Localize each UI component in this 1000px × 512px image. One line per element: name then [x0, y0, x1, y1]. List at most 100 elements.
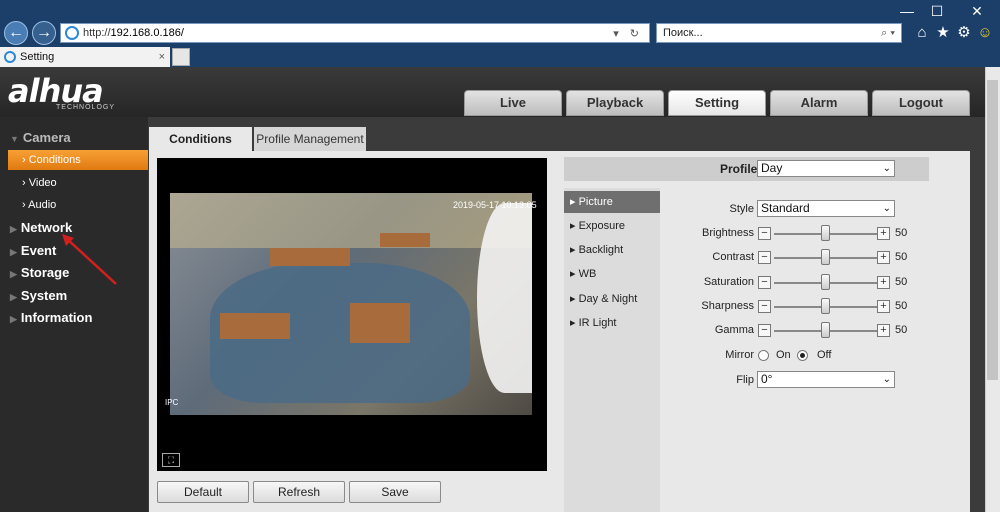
caret-right-icon: ▶ [10, 292, 17, 302]
tab-close-icon[interactable]: × [159, 51, 165, 63]
contrast-slider-thumb[interactable] [821, 249, 830, 265]
sidebar-item-label: Information [20, 310, 93, 325]
menu-item-ir-light[interactable]: ▸ IR Light [564, 312, 660, 334]
style-label: Style [729, 203, 754, 215]
red-arrow-annotation [62, 234, 117, 285]
sidebar-item-video[interactable]: › Video [8, 173, 148, 193]
logo-subtitle: TECHNOLOGY [56, 104, 116, 111]
menu-item-backlight[interactable]: ▸ Backlight [564, 239, 660, 261]
mirror-off-label: Off [817, 349, 832, 361]
contrast-label: Contrast [712, 251, 754, 263]
menu-item-day-night[interactable]: ▸ Day & Night [564, 288, 660, 310]
subtab-conditions[interactable]: Conditions [149, 127, 252, 151]
menu-item-label: Exposure [578, 220, 626, 232]
brightness-slider-thumb[interactable] [821, 225, 830, 241]
caret-down-icon: ▼ [10, 134, 19, 144]
style-select[interactable]: Standard ⌄ [757, 200, 895, 217]
caret-right-icon: ▶ [10, 247, 17, 257]
profile-select[interactable]: Day ⌄ [757, 160, 895, 177]
sharpness-value: 50 [895, 300, 908, 312]
contrast-decrease-button[interactable]: − [758, 251, 771, 264]
subtab-profile-management[interactable]: Profile Management [254, 127, 366, 151]
mirror-on-radio[interactable] [758, 350, 769, 361]
sidebar-item-conditions[interactable]: › Conditions [8, 150, 148, 170]
new-tab-button[interactable] [172, 48, 190, 66]
camera-image [170, 193, 532, 415]
favorites-star-icon[interactable]: ★ [934, 24, 952, 42]
gamma-value: 50 [895, 324, 908, 336]
refresh-button[interactable]: Refresh [253, 481, 345, 503]
mirror-on-label: On [776, 349, 791, 361]
address-tools[interactable]: ▾ ↻ [613, 27, 649, 40]
home-icon[interactable]: ⌂ [913, 24, 931, 42]
flip-label: Flip [736, 374, 754, 386]
gamma-label: Gamma [714, 324, 754, 336]
search-icon[interactable]: ⌕ ▾ [881, 27, 901, 40]
flip-select[interactable]: 0° ⌄ [757, 371, 895, 388]
search-input[interactable]: Поиск... ⌕ ▾ [656, 23, 902, 43]
brightness-label: Brightness [702, 227, 754, 239]
tab-live[interactable]: Live [464, 90, 562, 116]
menu-item-exposure[interactable]: ▸ Exposure [564, 215, 660, 237]
close-window-button[interactable]: ✕ [962, 2, 992, 20]
tab-alarm[interactable]: Alarm [770, 90, 868, 116]
ie-tab-icon [4, 51, 16, 63]
sidebar-item-information[interactable]: ▶ Information [0, 307, 148, 329]
menu-item-picture[interactable]: ▸ Picture [564, 191, 660, 213]
tab-setting[interactable]: Setting [668, 90, 766, 116]
brightness-increase-button[interactable]: + [877, 227, 890, 240]
sidebar-item-system[interactable]: ▶ System [0, 285, 148, 307]
brightness-value: 50 [895, 227, 908, 239]
saturation-slider-thumb[interactable] [821, 274, 830, 290]
contrast-value: 50 [895, 251, 908, 263]
saturation-label: Saturation [703, 276, 754, 288]
menu-item-label: Picture [578, 196, 613, 208]
search-placeholder: Поиск... [663, 27, 703, 39]
minimize-button[interactable]: — [892, 2, 922, 20]
brightness-decrease-button[interactable]: − [758, 227, 771, 240]
gamma-decrease-button[interactable]: − [758, 324, 771, 337]
address-bar[interactable]: http://192.168.0.186/ ▾ ↻ [60, 23, 650, 43]
gamma-increase-button[interactable]: + [877, 324, 890, 337]
default-button[interactable]: Default [157, 481, 249, 503]
save-button[interactable]: Save [349, 481, 441, 503]
fullscreen-icon[interactable]: ⛶ [162, 453, 180, 467]
smiley-icon[interactable]: ☺ [976, 24, 994, 42]
caret-right-icon: ▶ [10, 269, 17, 279]
sharpness-increase-button[interactable]: + [877, 300, 890, 313]
sidebar-item-label: Video [28, 177, 57, 189]
gear-icon[interactable]: ⚙ [955, 24, 973, 42]
sharpness-decrease-button[interactable]: − [758, 300, 771, 313]
style-value: Standard [761, 201, 810, 215]
sharpness-label: Sharpness [701, 300, 754, 312]
video-osd-label: IPC [165, 398, 179, 407]
scrollbar-thumb[interactable] [987, 80, 998, 380]
mirror-off-radio[interactable] [797, 350, 808, 361]
menu-item-label: Day & Night [578, 293, 638, 305]
flip-value: 0° [761, 372, 773, 386]
back-button[interactable]: ← [4, 21, 28, 45]
saturation-increase-button[interactable]: + [877, 276, 890, 289]
browser-tab-setting[interactable]: Setting × [0, 47, 170, 67]
tab-title: Setting [20, 51, 55, 63]
url-text: http://192.168.0.186/ [83, 27, 184, 39]
forward-button[interactable]: → [32, 21, 56, 45]
ie-icon [65, 26, 79, 40]
saturation-value: 50 [895, 276, 908, 288]
saturation-decrease-button[interactable]: − [758, 276, 771, 289]
contrast-increase-button[interactable]: + [877, 251, 890, 264]
sidebar-item-label: Conditions [28, 154, 81, 166]
tab-playback[interactable]: Playback [566, 90, 664, 116]
menu-item-wb[interactable]: ▸ WB [564, 263, 660, 285]
sidebar-item-camera[interactable]: ▼ Camera [0, 127, 148, 149]
sidebar-item-label: System [20, 288, 68, 303]
tab-logout[interactable]: Logout [872, 90, 970, 116]
chevron-down-icon: ⌄ [882, 163, 891, 174]
maximize-button[interactable]: ☐ [922, 2, 952, 20]
gamma-slider-thumb[interactable] [821, 322, 830, 338]
sharpness-slider-thumb[interactable] [821, 298, 830, 314]
sidebar-item-label: Camera [22, 130, 71, 145]
video-timestamp: 2019-05-17 10:13:05 [453, 200, 537, 210]
sidebar-item-audio[interactable]: › Audio [8, 195, 148, 215]
sidebar-item-label: Event [20, 243, 57, 258]
